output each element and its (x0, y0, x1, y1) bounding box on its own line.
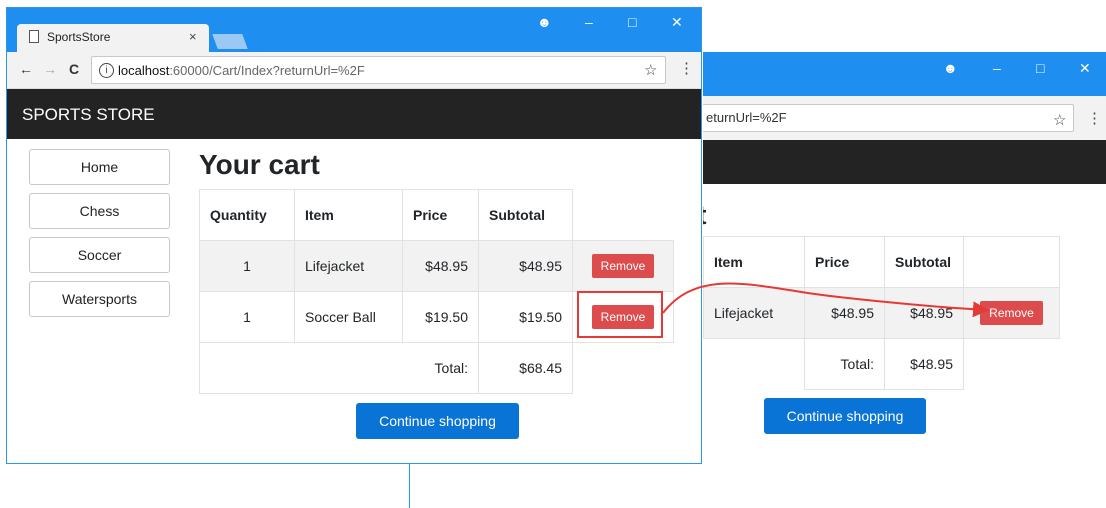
tab-close-icon[interactable]: × (189, 29, 197, 44)
total-value: $48.95 (884, 338, 964, 390)
highlight-box (577, 291, 663, 338)
front-browser-window: SportsStore × ☻ – □ ✕ ← → C i localhost:… (6, 7, 702, 464)
site-navbar: SPORTS STORE (7, 89, 701, 139)
column-header-price: Price (804, 236, 885, 288)
total-row: Total: $68.45 (199, 342, 674, 394)
total-label: Total: (402, 342, 479, 394)
column-header-actions (572, 189, 674, 241)
new-tab-button[interactable] (212, 34, 248, 49)
column-header-actions (963, 236, 1060, 288)
empty-cell (704, 339, 805, 390)
close-icon[interactable]: ✕ (671, 14, 683, 31)
total-label: Total: (804, 338, 885, 390)
page-title: Your cart (199, 149, 320, 180)
total-row: Total: $48.95 (704, 338, 1060, 390)
forward-arrow-icon[interactable]: → (43, 61, 57, 77)
brand-title[interactable]: SPORTS STORE (22, 105, 155, 125)
browser-menu-icon[interactable]: ⋮ (1087, 109, 1102, 127)
back-browser-window: ☻ – □ ✕ eturnUrl=%2F ☆ ⋮ rt Item Price S… (703, 52, 1106, 448)
subtotal-cell: $48.95 (478, 240, 573, 292)
url-host: localhost (118, 63, 170, 78)
price-cell: $19.50 (402, 291, 479, 343)
actions-cell: Remove (572, 240, 674, 292)
continue-shopping-button[interactable]: Continue shopping (764, 398, 926, 434)
back-address-bar: eturnUrl=%2F ☆ ⋮ (703, 96, 1106, 141)
column-header-item: Item (703, 236, 805, 288)
sidebar-item-soccer[interactable]: Soccer (29, 237, 170, 273)
front-titlebar: SportsStore × ☻ – □ ✕ (7, 8, 701, 52)
subtotal-cell: $48.95 (884, 287, 964, 339)
price-cell: $48.95 (402, 240, 479, 292)
account-icon[interactable]: ☻ (537, 14, 552, 30)
front-url-field[interactable]: i localhost:60000/Cart/Index?returnUrl=%… (91, 56, 666, 84)
browser-menu-icon[interactable]: ⋮ (679, 59, 694, 77)
table-row: 1 Lifejacket $48.95 $48.95 Remove (199, 240, 674, 292)
remove-button[interactable]: Remove (591, 254, 655, 278)
quantity-cell: 1 (199, 291, 295, 343)
continue-shopping-button[interactable]: Continue shopping (356, 403, 519, 439)
back-page-title: rt (703, 200, 707, 231)
column-header-item: Item (294, 189, 403, 241)
tab-title: SportsStore (47, 30, 111, 44)
empty-cell (572, 342, 674, 394)
front-url-text: localhost:60000/Cart/Index?returnUrl=%2F (118, 63, 365, 78)
table-header-row: Quantity Item Price Subtotal (199, 189, 674, 241)
account-icon[interactable]: ☻ (943, 60, 958, 76)
front-address-bar: ← → C i localhost:60000/Cart/Index?retur… (7, 52, 701, 89)
quantity-cell: 1 (199, 240, 295, 292)
item-cell: Lifejacket (703, 287, 805, 339)
back-cart-table: Item Price Subtotal Lifejacket $48.95 $4… (703, 236, 1060, 390)
back-arrow-icon[interactable]: ← (19, 61, 33, 77)
connector-line (409, 463, 410, 508)
back-url-text: eturnUrl=%2F (706, 110, 787, 125)
sidebar-item-watersports[interactable]: Watersports (29, 281, 170, 317)
item-cell: Lifejacket (294, 240, 403, 292)
page-icon (29, 30, 39, 43)
close-icon[interactable]: ✕ (1079, 60, 1091, 77)
column-header-subtotal: Subtotal (478, 189, 573, 241)
sidebar-item-chess[interactable]: Chess (29, 193, 170, 229)
browser-tab[interactable]: SportsStore × (17, 24, 209, 52)
column-header-price: Price (402, 189, 479, 241)
bookmark-star-icon[interactable]: ☆ (644, 61, 657, 79)
column-header-subtotal: Subtotal (884, 236, 964, 288)
reload-icon[interactable]: C (69, 61, 79, 77)
total-value: $68.45 (478, 342, 573, 394)
minimize-icon[interactable]: – (993, 60, 1001, 76)
maximize-icon[interactable]: □ (1036, 60, 1044, 76)
table-header-row: Item Price Subtotal (703, 236, 1060, 288)
minimize-icon[interactable]: – (585, 14, 593, 30)
back-navbar (703, 140, 1106, 184)
empty-cell (199, 342, 295, 394)
bookmark-star-icon[interactable]: ☆ (1053, 111, 1066, 129)
empty-cell (294, 342, 403, 394)
price-cell: $48.95 (804, 287, 885, 339)
back-url-field[interactable]: eturnUrl=%2F (703, 104, 1074, 132)
item-cell: Soccer Ball (294, 291, 403, 343)
remove-button[interactable]: Remove (980, 301, 1043, 325)
empty-cell (964, 339, 1060, 390)
column-header-quantity: Quantity (199, 189, 295, 241)
info-icon[interactable]: i (99, 63, 114, 78)
maximize-icon[interactable]: □ (628, 14, 636, 30)
back-titlebar: ☻ – □ ✕ (703, 52, 1106, 96)
table-row: Lifejacket $48.95 $48.95 Remove (703, 287, 1060, 339)
actions-cell: Remove (963, 287, 1060, 339)
url-path: :60000/Cart/Index?returnUrl=%2F (169, 63, 365, 78)
sidebar-item-home[interactable]: Home (29, 149, 170, 185)
subtotal-cell: $19.50 (478, 291, 573, 343)
